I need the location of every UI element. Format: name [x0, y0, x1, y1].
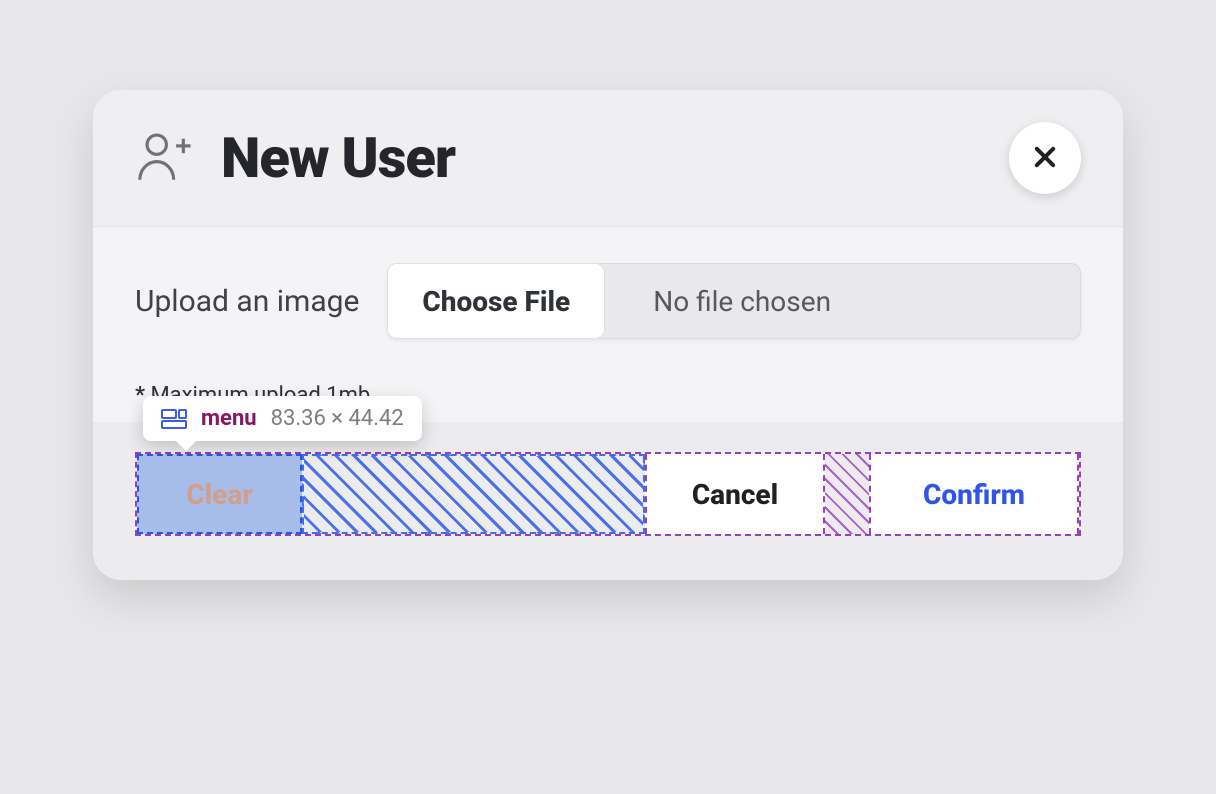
choose-file-label: Choose File	[422, 285, 570, 318]
inspector-tag: menu	[201, 406, 257, 431]
user-plus-icon	[135, 129, 193, 187]
clear-button-label: Clear	[186, 478, 252, 511]
confirm-button-label: Confirm	[923, 478, 1025, 511]
upload-label: Upload an image	[135, 284, 359, 319]
clear-button[interactable]: Clear	[137, 454, 302, 534]
upload-row: Upload an image Choose File No file chos…	[135, 263, 1081, 339]
inspector-dimensions: 83.36 × 44.42	[271, 406, 404, 431]
dialog-footer: menu 83.36 × 44.42 Clear Cancel Confirm	[93, 422, 1123, 580]
flex-gap	[825, 454, 869, 534]
dialog-title: New User	[221, 125, 455, 191]
flex-free-space	[302, 454, 645, 534]
cancel-button[interactable]: Cancel	[645, 454, 825, 534]
flex-icon	[161, 409, 187, 429]
file-input[interactable]: Choose File No file chosen	[387, 263, 1081, 339]
close-icon	[1031, 143, 1059, 174]
choose-file-button[interactable]: Choose File	[387, 263, 605, 339]
dialog-header: New User	[93, 90, 1123, 227]
confirm-button[interactable]: Confirm	[869, 454, 1079, 534]
cancel-button-label: Cancel	[692, 478, 778, 511]
file-status: No file chosen	[605, 263, 1081, 339]
inspector-tooltip: menu 83.36 × 44.42	[143, 396, 422, 441]
dialog-body: Upload an image Choose File No file chos…	[93, 227, 1123, 422]
close-button[interactable]	[1009, 122, 1081, 194]
new-user-dialog: New User Upload an image Choose File No …	[93, 90, 1123, 580]
devtools-flex-overlay: menu 83.36 × 44.42 Clear Cancel Confirm	[135, 452, 1081, 536]
